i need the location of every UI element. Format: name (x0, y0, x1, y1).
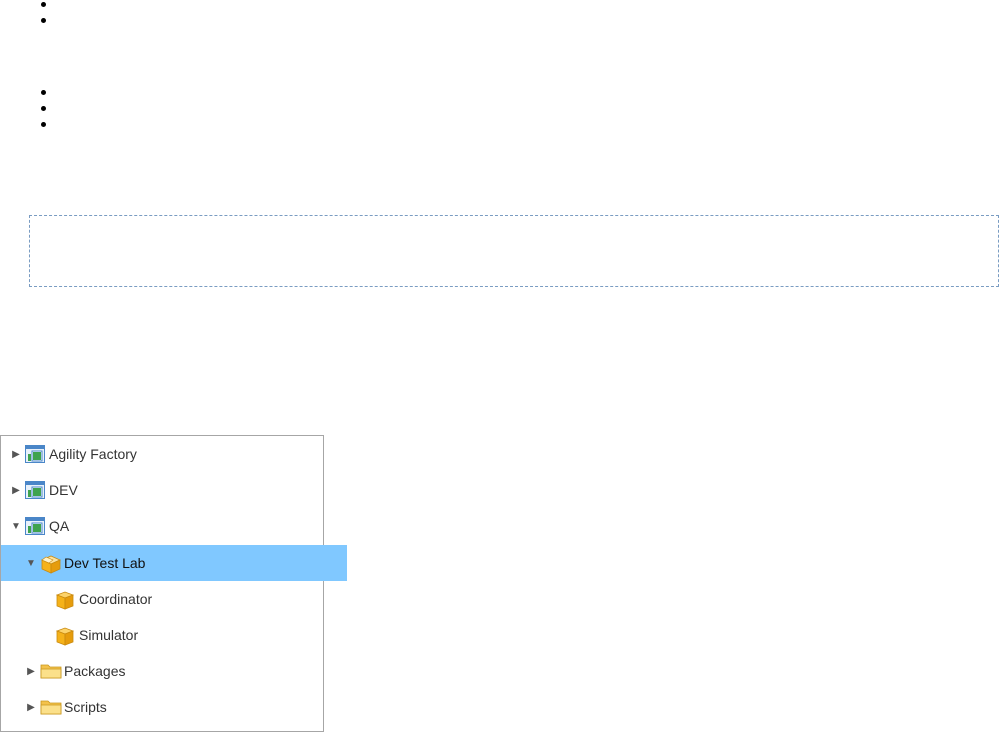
tree-view[interactable]: ▶ Agility Factory ▶ DEV ▼ QA ▼ Dev Test … (0, 435, 347, 732)
tree-item-label: Dev Test Lab (64, 555, 146, 571)
dashed-placeholder-box (29, 215, 999, 287)
app-window-icon (25, 445, 45, 463)
expand-arrow-icon[interactable]: ▶ (10, 448, 22, 460)
tree-item-label: DEV (49, 482, 78, 498)
bullet-dot (41, 2, 46, 7)
tree-item-label: Simulator (79, 627, 139, 643)
collapse-arrow-icon[interactable]: ▼ (10, 520, 22, 532)
tree-item-qa[interactable]: ▼ QA (1, 508, 332, 544)
app-window-icon (25, 481, 45, 499)
tree-item-label: Agility Factory (49, 446, 137, 462)
collapse-arrow-icon[interactable]: ▼ (25, 557, 37, 569)
expand-arrow-icon[interactable]: ▶ (25, 665, 37, 677)
box-open-icon (40, 554, 61, 574)
page-root: ▶ Agility Factory ▶ DEV ▼ QA ▼ Dev Test … (0, 0, 1002, 734)
tree-item-label: Packages (64, 663, 126, 679)
bullet-dot (41, 122, 46, 127)
tree-item-label: QA (49, 518, 70, 534)
tree-item-agility-factory[interactable]: ▶ Agility Factory (1, 436, 332, 472)
tree-item-label: Scripts (64, 699, 107, 715)
box-icon (55, 626, 75, 646)
tree-item-coordinator[interactable]: Coordinator (1, 581, 362, 617)
box-icon (55, 590, 75, 610)
app-window-icon (25, 517, 45, 535)
tree-item-label: Coordinator (79, 591, 153, 607)
tree-item-dev-test-lab[interactable]: ▼ Dev Test Lab (1, 545, 347, 581)
folder-icon (40, 698, 62, 716)
expand-arrow-icon[interactable]: ▶ (25, 701, 37, 713)
folder-icon (40, 662, 62, 680)
tree-item-dev[interactable]: ▶ DEV (1, 472, 332, 508)
bullet-dot (41, 18, 46, 23)
tree-item-packages[interactable]: ▶ Packages (1, 653, 347, 689)
tree-item-scripts[interactable]: ▶ Scripts (1, 689, 347, 725)
tree-item-simulator[interactable]: Simulator (1, 617, 362, 653)
bullet-dot (41, 90, 46, 95)
expand-arrow-icon[interactable]: ▶ (10, 484, 22, 496)
bullet-dot (41, 106, 46, 111)
